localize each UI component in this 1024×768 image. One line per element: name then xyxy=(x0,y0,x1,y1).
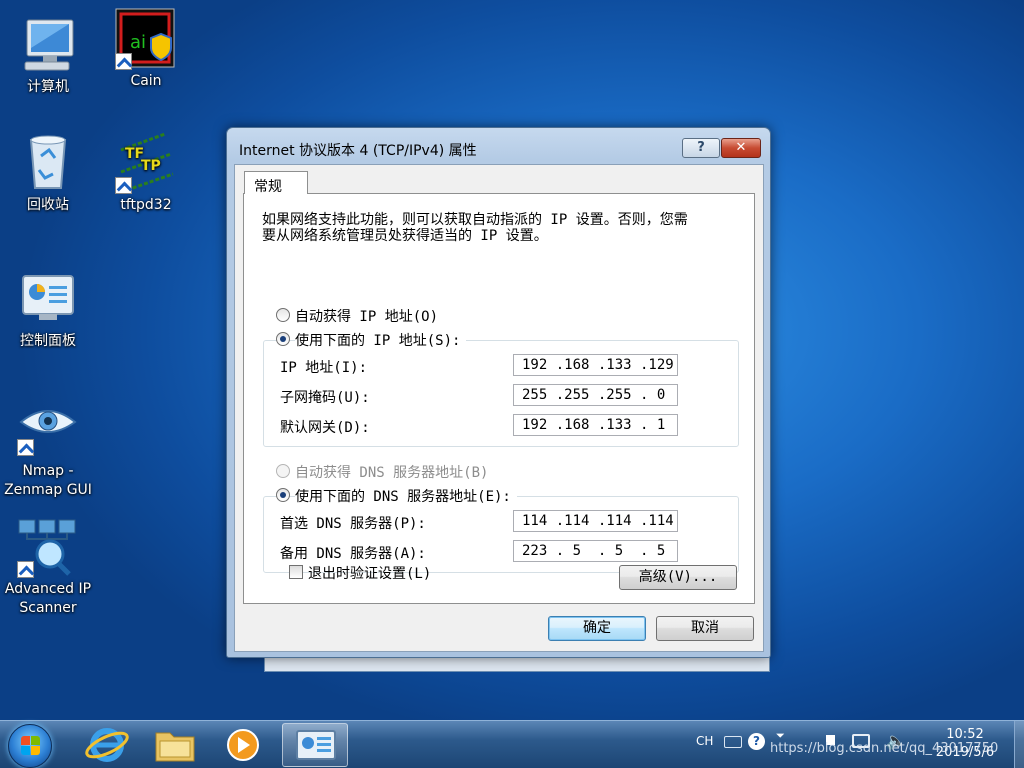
preferred-dns-input[interactable]: 114 .114 .114 .114 xyxy=(513,510,678,532)
desktop-icon-advanced-ip-scanner[interactable]: Advanced IP Scanner xyxy=(0,516,96,618)
advanced-ip-scanner-icon xyxy=(17,516,79,578)
auto-dns-label[interactable]: 自动获得 DNS 服务器地址(B) xyxy=(295,462,488,482)
advanced-button[interactable]: 高级(V)... xyxy=(619,565,737,590)
watermark-text: https://blog.csdn.net/qq_43017750 xyxy=(770,741,999,756)
media-player-icon xyxy=(227,729,259,761)
desktop-icon-nmap[interactable]: Nmap - Zenmap GUI xyxy=(0,398,96,500)
keyboard-icon[interactable] xyxy=(724,736,742,748)
default-gateway-input[interactable]: 192 .168 .133 . 1 xyxy=(513,414,678,436)
ipv4-properties-dialog: Internet 协议版本 4 (TCP/IPv4) 属性 ? ✕ 常规 如果网… xyxy=(226,127,771,658)
validate-on-exit-label[interactable]: 退出时验证设置(L) xyxy=(308,563,431,583)
control-panel-icon xyxy=(17,268,79,330)
start-button[interactable] xyxy=(8,724,52,768)
desktop-icon-recycle-bin[interactable]: 回收站 xyxy=(0,132,96,215)
auto-ip-radio[interactable] xyxy=(276,308,290,322)
manual-ip-label[interactable]: 使用下面的 IP 地址(S): xyxy=(295,330,467,350)
desktop-icon-label: tftpd32 xyxy=(120,197,172,213)
desktop-icon-label: Cain xyxy=(130,73,162,89)
desktop-icon-cain[interactable]: ai Cain xyxy=(98,8,194,91)
desktop-icon-label-line2: Zenmap GUI xyxy=(4,482,92,498)
nmap-eye-icon xyxy=(17,398,79,460)
desktop-icon-computer[interactable]: 计算机 xyxy=(0,14,96,97)
svg-text:ai: ai xyxy=(130,32,146,53)
taskbar-windows-explorer[interactable] xyxy=(142,723,208,767)
help-circle-icon[interactable]: ? xyxy=(748,733,765,750)
language-indicator[interactable]: CH xyxy=(696,734,713,748)
manual-dns-label[interactable]: 使用下面的 DNS 服务器地址(E): xyxy=(295,486,517,506)
shortcut-arrow-icon xyxy=(17,439,34,456)
svg-text:TP: TP xyxy=(141,158,161,174)
help-button[interactable]: ? xyxy=(682,138,720,158)
desktop-icon-label: 控制面板 xyxy=(20,333,76,349)
manual-dns-radio[interactable] xyxy=(276,488,290,502)
desktop-icon-label: Advanced IP xyxy=(4,581,92,597)
shortcut-arrow-icon xyxy=(115,177,132,194)
taskbar-control-panel[interactable] xyxy=(282,723,348,767)
validate-on-exit-checkbox[interactable] xyxy=(289,565,303,579)
description-text: 如果网络支持此功能，则可以获取自动指派的 IP 设置。否则，您需 要从网络系统管… xyxy=(262,212,742,244)
desktop-icon-label: 回收站 xyxy=(27,197,69,213)
taskbar-internet-explorer[interactable] xyxy=(74,723,140,767)
subnet-mask-label: 子网掩码(U): xyxy=(280,390,370,406)
dialog-title: Internet 协议版本 4 (TCP/IPv4) 属性 xyxy=(239,143,477,159)
desktop-icon-label: Nmap - xyxy=(22,463,74,479)
taskbar-media-player[interactable] xyxy=(210,723,276,767)
ip-address-input[interactable]: 192 .168 .133 .129 xyxy=(513,354,678,376)
manual-ip-radio[interactable] xyxy=(276,332,290,346)
shortcut-arrow-icon xyxy=(115,53,132,70)
tftpd32-icon: TF TP xyxy=(115,132,177,194)
alternate-dns-label: 备用 DNS 服务器(A): xyxy=(280,546,426,562)
desktop-icon-label-line2: Scanner xyxy=(19,600,77,616)
default-gateway-label: 默认网关(D): xyxy=(280,420,370,436)
show-desktop-button[interactable] xyxy=(1014,721,1024,768)
desktop-icon-tftpd32[interactable]: TF TP tftpd32 xyxy=(98,132,194,215)
cancel-button[interactable]: 取消 xyxy=(656,616,754,641)
desktop-icon-control-panel[interactable]: 控制面板 xyxy=(0,268,96,351)
general-panel: 如果网络支持此功能，则可以获取自动指派的 IP 设置。否则，您需 要从网络系统管… xyxy=(243,193,755,604)
auto-dns-radio[interactable] xyxy=(276,464,290,478)
recycle-bin-icon xyxy=(17,132,79,194)
subnet-mask-input[interactable]: 255 .255 .255 . 0 xyxy=(513,384,678,406)
description-line: 要从网络系统管理员处获得适当的 IP 设置。 xyxy=(262,228,548,244)
alternate-dns-input[interactable]: 223 . 5 . 5 . 5 xyxy=(513,540,678,562)
computer-icon xyxy=(17,14,79,76)
ip-address-label: IP 地址(I): xyxy=(280,360,368,376)
desktop-icon-label: 计算机 xyxy=(27,79,69,95)
tab-general[interactable]: 常规 xyxy=(244,171,308,195)
shortcut-arrow-icon xyxy=(17,561,34,578)
windows-logo-icon xyxy=(21,736,41,756)
preferred-dns-label: 首选 DNS 服务器(P): xyxy=(280,516,426,532)
description-line: 如果网络支持此功能，则可以获取自动指派的 IP 设置。否则，您需 xyxy=(262,212,688,228)
dialog-client-area: 常规 如果网络支持此功能，则可以获取自动指派的 IP 设置。否则，您需 要从网络… xyxy=(234,164,764,652)
internet-explorer-icon xyxy=(85,728,129,762)
ok-button[interactable]: 确定 xyxy=(548,616,646,641)
auto-ip-label[interactable]: 自动获得 IP 地址(O) xyxy=(295,306,438,326)
cain-icon: ai xyxy=(115,8,177,70)
control-panel-icon xyxy=(296,730,336,760)
folder-icon xyxy=(155,732,195,762)
close-button[interactable]: ✕ xyxy=(721,138,761,158)
